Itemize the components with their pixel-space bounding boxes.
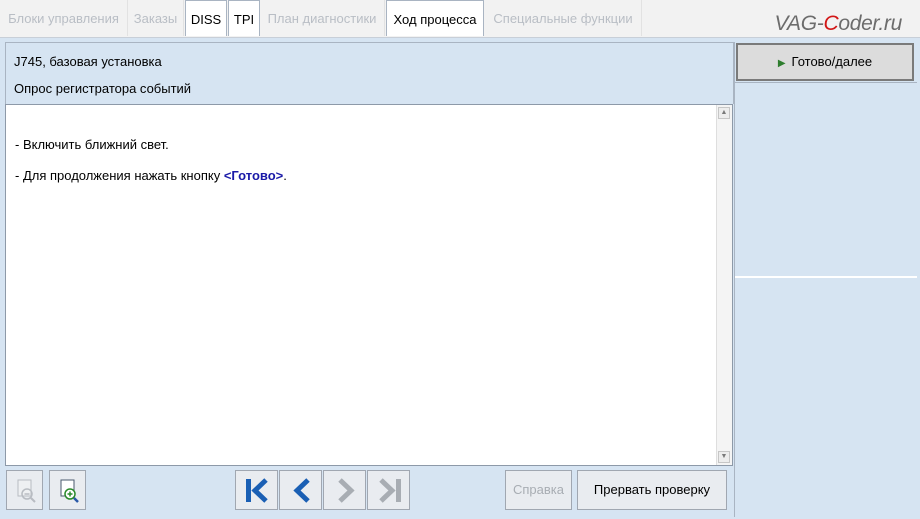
chevron-left-icon bbox=[293, 478, 310, 503]
zoom-in-icon bbox=[60, 479, 79, 503]
instruction-line: - Включить ближний свет. bbox=[15, 137, 169, 152]
watermark-logo: VAG-Coder.ru bbox=[774, 12, 902, 35]
procedure-header: J745, базовая установка Опрос регистрато… bbox=[5, 42, 734, 104]
play-icon: ▶ bbox=[777, 58, 786, 69]
instruction-line: - Для продолжения нажать кнопку <Готово>… bbox=[15, 168, 287, 183]
done-next-button[interactable]: ▶ Готово/далее bbox=[736, 43, 914, 81]
scroll-up-icon[interactable]: ▲ bbox=[718, 107, 730, 119]
instruction-text: - Для продолжения нажать кнопку bbox=[15, 168, 224, 183]
bottom-toolbar: Справка Прервать проверку bbox=[5, 466, 734, 518]
abort-test-button[interactable]: Прервать проверку bbox=[577, 470, 727, 510]
tab-diss[interactable]: DISS bbox=[185, 0, 227, 36]
first-page-icon bbox=[246, 478, 268, 503]
divider bbox=[735, 82, 917, 83]
done-button-reference: <Готово> bbox=[223, 168, 284, 183]
procedure-title: J745, базовая установка bbox=[14, 54, 162, 69]
next-button[interactable] bbox=[323, 470, 366, 510]
tab-control-units[interactable]: Блоки управления bbox=[0, 0, 128, 36]
done-next-label: Готово/далее bbox=[791, 54, 873, 69]
tab-diagnostic-plan[interactable]: План диагностики bbox=[260, 0, 385, 36]
instruction-text: . bbox=[283, 168, 287, 183]
tab-orders[interactable]: Заказы bbox=[128, 0, 184, 36]
last-page-icon bbox=[379, 478, 401, 503]
procedure-subtitle: Опрос регистратора событий bbox=[14, 81, 192, 96]
first-page-button[interactable] bbox=[235, 470, 278, 510]
zoom-out-button[interactable] bbox=[6, 470, 43, 510]
tab-bar: Блоки управления Заказы DISS TPI План ди… bbox=[0, 0, 920, 38]
instruction-panel: - Включить ближний свет. - Для продолжен… bbox=[5, 104, 733, 466]
tab-process[interactable]: Ход процесса bbox=[386, 0, 484, 36]
divider bbox=[735, 276, 917, 278]
zoom-out-icon bbox=[17, 479, 36, 503]
scroll-down-icon[interactable]: ▼ bbox=[718, 451, 730, 463]
last-page-button[interactable] bbox=[367, 470, 410, 510]
vertical-scrollbar[interactable]: ▲ ▼ bbox=[716, 105, 732, 465]
tab-special-functions[interactable]: Специальные функции bbox=[485, 0, 642, 36]
zoom-in-button[interactable] bbox=[49, 470, 86, 510]
right-panel: ▶ Готово/далее bbox=[734, 42, 917, 517]
chevron-right-icon bbox=[338, 478, 355, 503]
help-button[interactable]: Справка bbox=[505, 470, 572, 510]
tab-tpi[interactable]: TPI bbox=[228, 0, 260, 36]
previous-button[interactable] bbox=[279, 470, 322, 510]
